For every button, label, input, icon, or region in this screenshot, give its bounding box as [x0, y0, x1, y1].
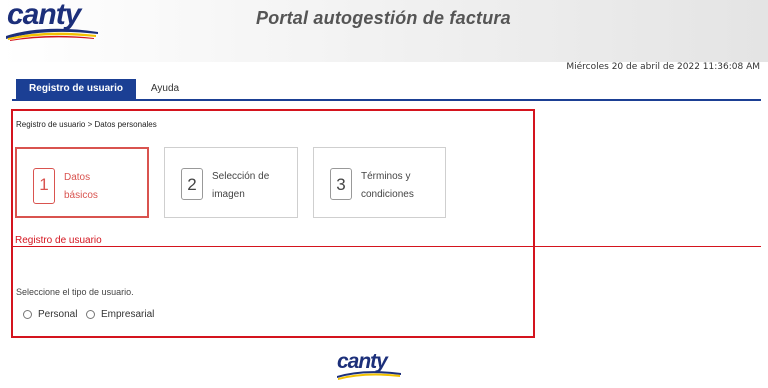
tab-ayuda[interactable]: Ayuda	[140, 79, 190, 99]
step-number: 2	[181, 168, 203, 200]
section-title: Registro de usuario	[15, 235, 102, 246]
footer-logo-swoosh-icon	[337, 371, 401, 380]
breadcrumb: Registro de usuario > Datos personales	[16, 120, 157, 129]
step-label: Selección de imagen	[212, 168, 302, 204]
page-header: canty Portal autogestión de factura	[0, 0, 768, 62]
step-label-line2: imagen	[212, 189, 245, 200]
tab-registro-usuario[interactable]: Registro de usuario	[16, 79, 136, 99]
step-label-line1: Selección de	[212, 171, 270, 182]
radio-unselected-icon[interactable]	[86, 310, 95, 319]
portal-title: Portal autogestión de factura	[256, 8, 511, 28]
step-number: 1	[33, 168, 55, 204]
step-label: Datos básicos	[64, 169, 154, 205]
radio-empresarial[interactable]: Empresarial	[86, 309, 154, 320]
radio-unselected-icon[interactable]	[23, 310, 32, 319]
current-date: Miércoles 20 de abril de 2022 11:36:08 A…	[566, 62, 760, 72]
step-label-line1: Datos	[64, 172, 91, 183]
logo-swoosh-icon	[6, 28, 98, 41]
step-label-line1: Términos y	[361, 171, 411, 182]
step-number: 3	[330, 168, 352, 200]
step-seleccion-imagen[interactable]: 2 Selección de imagen	[164, 147, 298, 218]
radio-label-personal: Personal	[38, 309, 78, 320]
step-datos-basicos[interactable]: 1 Datos básicos	[15, 147, 149, 218]
step-label-line2: condiciones	[361, 189, 414, 200]
step-terminos-condiciones[interactable]: 3 Términos y condiciones	[313, 147, 446, 218]
highlight-frame	[11, 109, 535, 338]
section-divider	[11, 246, 761, 247]
radio-label-empresarial: Empresarial	[101, 309, 155, 320]
tab-underline	[12, 99, 761, 101]
user-type-prompt: Seleccione el tipo de usuario.	[16, 287, 134, 297]
step-label: Términos y condiciones	[361, 168, 451, 204]
step-label-line2: básicos	[64, 190, 98, 201]
radio-personal[interactable]: Personal	[23, 309, 77, 320]
